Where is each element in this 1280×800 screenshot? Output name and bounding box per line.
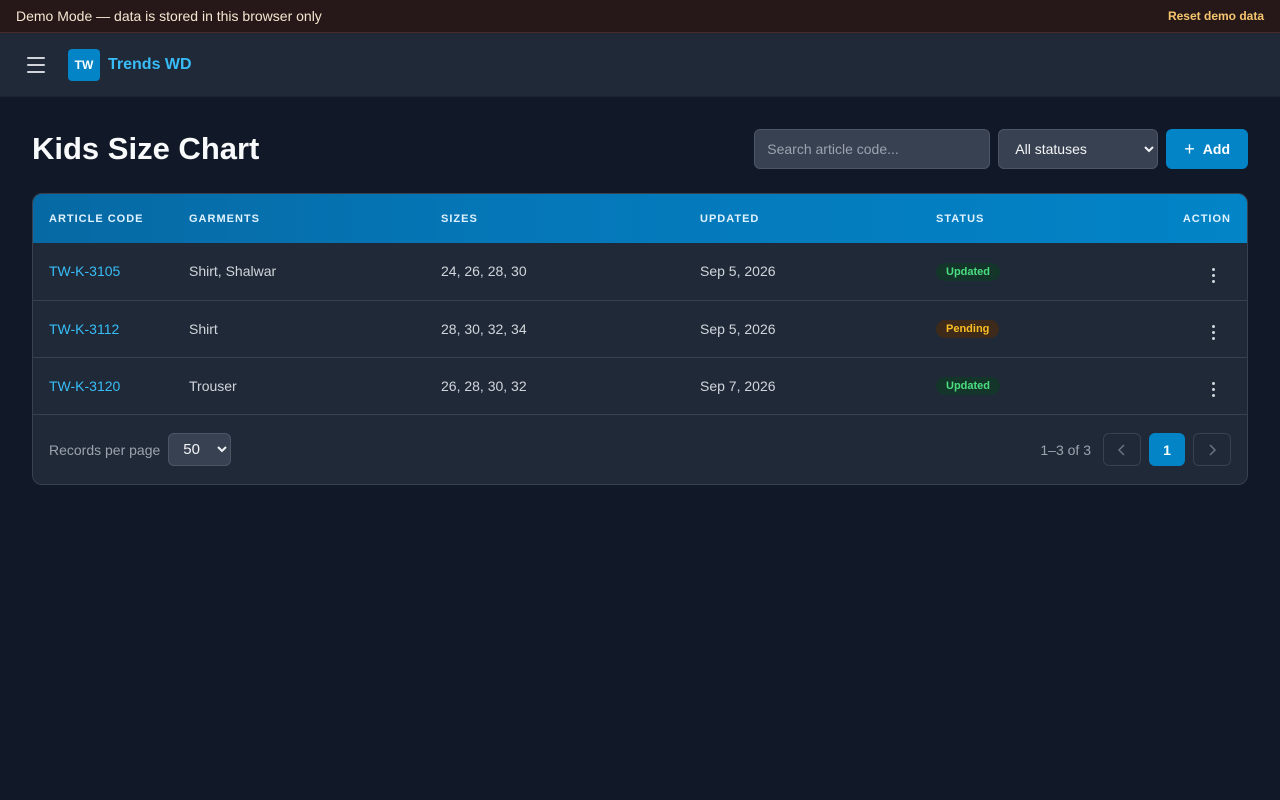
col-sizes[interactable]: SIZES <box>425 194 684 243</box>
chevron-left-icon <box>1117 443 1125 456</box>
pagination: 1–3 of 3 1 <box>1040 433 1231 466</box>
more-vertical-icon[interactable] <box>1208 266 1219 285</box>
chevron-right-icon <box>1209 443 1217 456</box>
add-button[interactable]: + Add <box>1166 129 1248 169</box>
top-navbar: TW Trends WD <box>0 33 1280 97</box>
table-row: TW-K-3120 Trouser 26, 28, 30, 32 Sep 7, … <box>33 357 1247 414</box>
updated-cell: Sep 5, 2026 <box>700 320 776 337</box>
action-cell <box>1120 357 1247 414</box>
status-badge: Pending <box>936 320 1000 338</box>
sizes-cell: 28, 30, 32, 34 <box>441 320 527 337</box>
prev-page-button[interactable] <box>1103 433 1141 466</box>
action-cell <box>1120 243 1247 300</box>
col-article-code[interactable]: ARTICLE CODE <box>33 194 173 243</box>
article-code-link[interactable]: TW-K-3112 <box>33 300 173 357</box>
action-cell <box>1120 300 1247 357</box>
demo-banner-message: Demo Mode — data is stored in this brows… <box>16 8 322 24</box>
garments-cell: Trouser <box>189 377 237 394</box>
demo-banner: Demo Mode — data is stored in this brows… <box>0 0 1280 33</box>
more-vertical-icon[interactable] <box>1208 380 1219 399</box>
status-cell: Pending <box>920 300 1120 357</box>
status-badge: Updated <box>936 262 1000 281</box>
updated-cell: Sep 5, 2026 <box>700 263 776 280</box>
status-filter-select[interactable]: All statuses <box>998 129 1159 169</box>
updated-cell: Sep 7, 2026 <box>700 377 776 394</box>
size-chart-table: ARTICLE CODE GARMENTS SIZES UPDATED STAT… <box>33 194 1247 415</box>
toolbar: All statuses + Add <box>754 129 1248 169</box>
article-code-link[interactable]: TW-K-3120 <box>33 357 173 414</box>
page-button-current[interactable]: 1 <box>1149 433 1185 466</box>
search-input[interactable] <box>754 129 991 169</box>
table-row: TW-K-3105 Shirt, Shalwar 24, 26, 28, 30 … <box>33 243 1247 300</box>
add-button-label: Add <box>1202 141 1230 157</box>
hamburger-icon[interactable] <box>24 53 48 77</box>
next-page-button[interactable] <box>1193 433 1231 466</box>
brand-logo[interactable]: TW <box>68 48 100 81</box>
records-per-page: Records per page 50 <box>49 433 232 466</box>
page-header: Kids Size Chart All statuses + Add <box>32 129 1248 169</box>
sizes-cell: 26, 28, 30, 32 <box>441 377 527 394</box>
records-per-page-select[interactable]: 50 <box>168 433 232 466</box>
table-header-row: ARTICLE CODE GARMENTS SIZES UPDATED STAT… <box>33 194 1247 243</box>
table-row: TW-K-3112 Shirt 28, 30, 32, 34 Sep 5, 20… <box>33 300 1247 357</box>
garments-cell: Shirt <box>189 320 218 337</box>
page-title: Kids Size Chart <box>32 131 260 166</box>
col-updated[interactable]: UPDATED <box>684 194 920 243</box>
pagination-range: 1–3 of 3 <box>1040 441 1091 458</box>
status-cell: Updated <box>920 357 1120 414</box>
col-garments[interactable]: GARMENTS <box>173 194 425 243</box>
table-footer: Records per page 50 1–3 of 3 1 <box>33 415 1247 485</box>
plus-icon: + <box>1184 139 1195 159</box>
status-cell: Updated <box>920 243 1120 300</box>
reset-demo-button[interactable]: Reset demo data <box>1168 9 1264 23</box>
more-vertical-icon[interactable] <box>1208 323 1219 342</box>
status-badge: Updated <box>936 377 1000 395</box>
article-code-link[interactable]: TW-K-3105 <box>33 243 173 300</box>
brand-name[interactable]: Trends WD <box>108 56 192 74</box>
col-action: ACTION <box>1182 212 1231 225</box>
col-status[interactable]: STATUS <box>920 194 1120 243</box>
size-chart-card: ARTICLE CODE GARMENTS SIZES UPDATED STAT… <box>32 193 1248 485</box>
records-per-page-label: Records per page <box>49 441 161 458</box>
garments-cell: Shirt, Shalwar <box>189 263 277 280</box>
sizes-cell: 24, 26, 28, 30 <box>441 263 527 280</box>
